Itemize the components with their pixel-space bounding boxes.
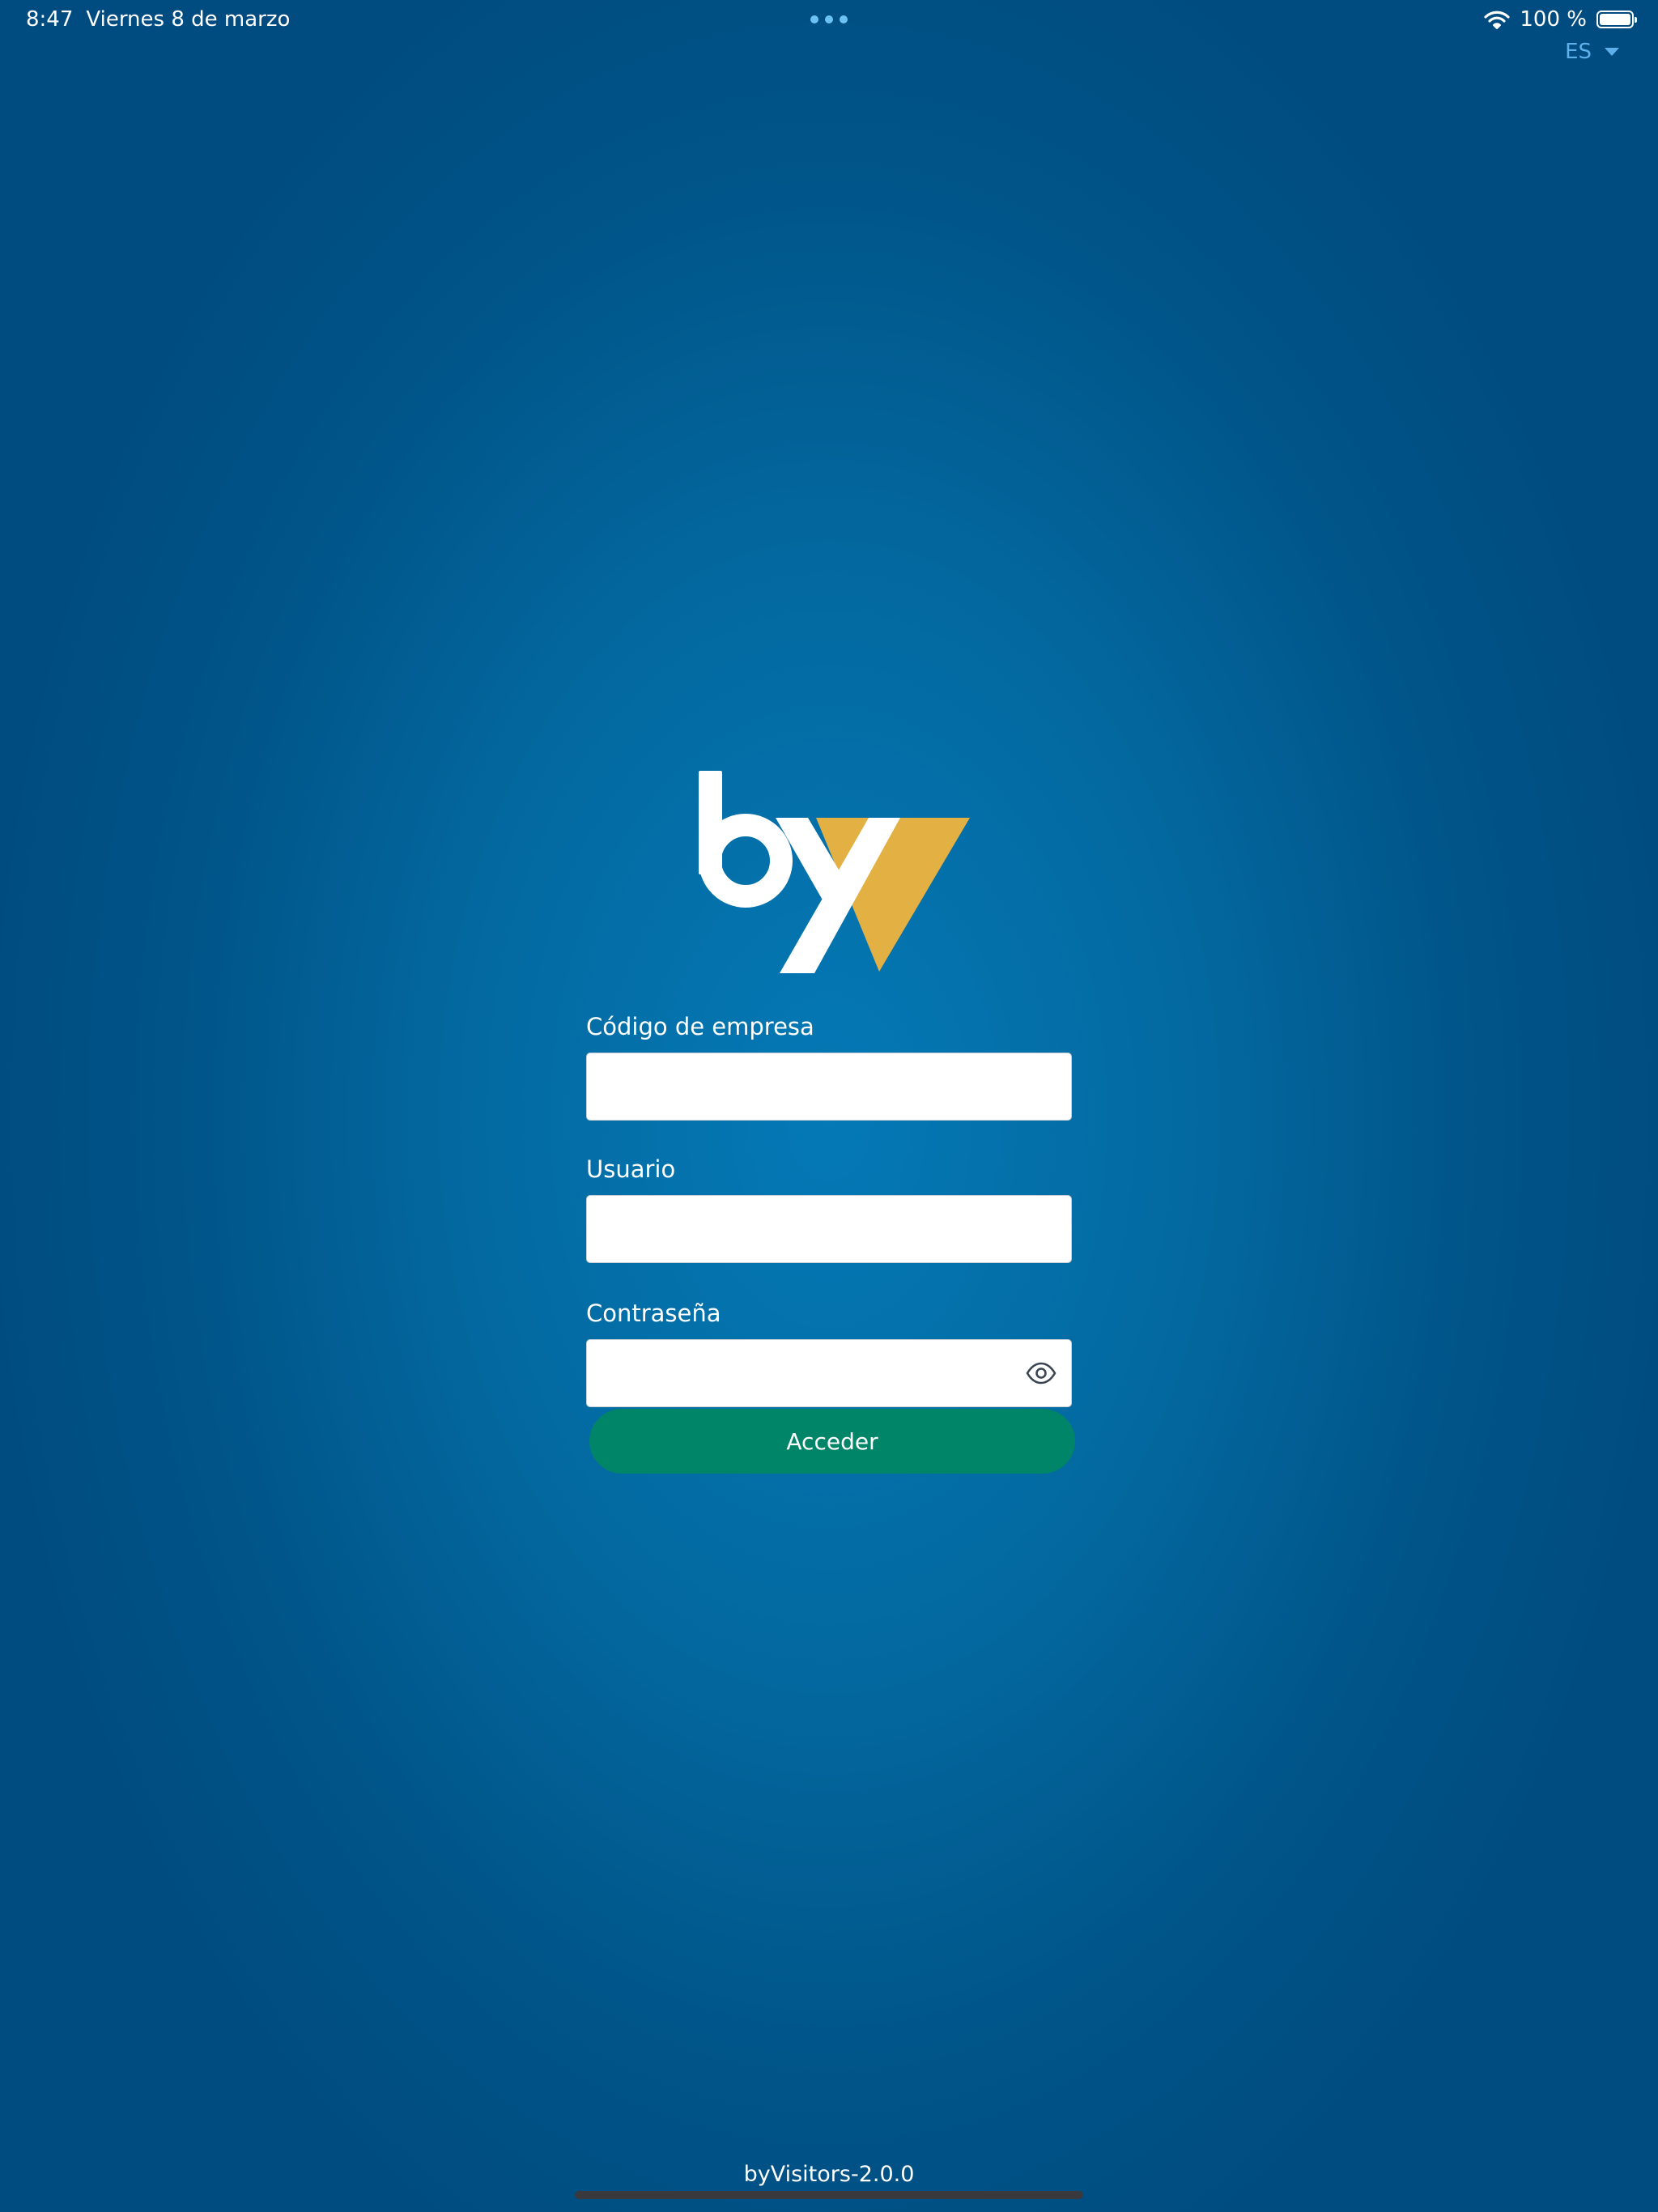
by-logo [699,771,970,973]
dot [810,15,818,23]
battery-percentage: 100 % [1520,7,1587,32]
status-bar-left: 8:47 Viernes 8 de marzo [26,6,290,32]
battery-fill [1600,14,1630,25]
dot [825,15,833,23]
user-input[interactable] [587,1196,1071,1262]
wifi-icon [1484,11,1510,29]
dot [840,15,848,23]
chevron-down-icon [1605,48,1619,56]
language-selector[interactable]: ES [1565,37,1619,66]
login-form: Código de empresa Usuario Contraseña [586,1012,1072,1407]
more-dots-icon[interactable] [810,15,848,24]
status-time: 8:47 [26,7,74,32]
battery-icon [1596,11,1637,28]
company-code-label: Código de empresa [586,1013,814,1040]
eye-icon[interactable] [1026,1361,1056,1385]
password-label: Contraseña [586,1300,721,1327]
home-indicator[interactable] [575,2191,1083,2199]
login-button[interactable]: Acceder [589,1409,1075,1474]
password-input[interactable] [587,1340,1071,1406]
company-code-field-wrapper [586,1053,1072,1121]
user-label: Usuario [586,1155,676,1183]
language-selected: ES [1565,40,1592,64]
user-field-wrapper [586,1195,1072,1263]
status-date: Viernes 8 de marzo [86,7,291,32]
status-bar-right: 100 % [1484,6,1637,32]
password-field-wrapper [586,1339,1072,1407]
app-version: byVisitors-2.0.0 [743,2162,915,2187]
company-code-input[interactable] [587,1053,1071,1120]
